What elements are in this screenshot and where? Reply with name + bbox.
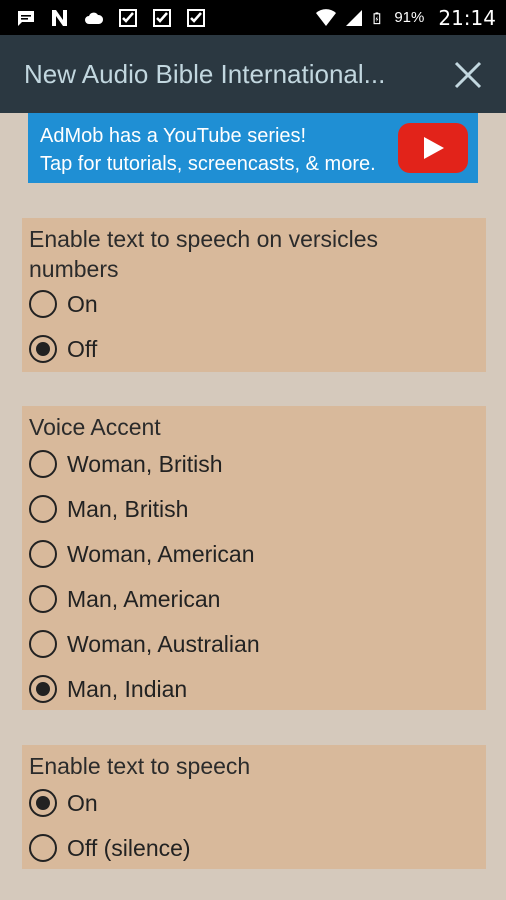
option-label: Woman, American bbox=[67, 540, 255, 567]
youtube-play-icon bbox=[398, 123, 468, 173]
check-app-icon bbox=[119, 8, 137, 27]
option-label: Woman, British bbox=[67, 450, 223, 477]
radio-option-on[interactable]: On bbox=[29, 290, 98, 318]
radio-option-man-indian[interactable]: Man, Indian bbox=[29, 675, 187, 703]
radio-button[interactable] bbox=[29, 495, 57, 523]
signal-icon bbox=[346, 9, 363, 26]
radio-button[interactable] bbox=[29, 450, 57, 478]
page-title: New Audio Bible International... bbox=[24, 58, 386, 89]
radio-button[interactable] bbox=[29, 630, 57, 658]
option-label: Woman, Australian bbox=[67, 630, 260, 657]
check-app-icon bbox=[187, 8, 205, 27]
radio-option-on[interactable]: On bbox=[29, 789, 98, 817]
option-label: Man, American bbox=[67, 585, 221, 612]
section-title: Voice Accent bbox=[29, 414, 161, 440]
status-bar: 91% 21:14 bbox=[0, 0, 506, 35]
radio-button-selected[interactable] bbox=[29, 789, 57, 817]
radio-button[interactable] bbox=[29, 540, 57, 568]
radio-option-man-british[interactable]: Man, British bbox=[29, 495, 188, 523]
battery-percent: 91% bbox=[394, 9, 425, 26]
option-label: Man, British bbox=[67, 495, 189, 522]
radio-button-selected[interactable] bbox=[29, 335, 57, 363]
radio-option-woman-british[interactable]: Woman, British bbox=[29, 450, 223, 478]
section-title: Enable text to speech bbox=[29, 753, 251, 779]
section-title: Enable text to speech on versicles numbe… bbox=[29, 226, 379, 282]
section-voice-accent: Voice Accent Woman, British Man, British… bbox=[22, 406, 486, 710]
radio-option-off[interactable]: Off bbox=[29, 335, 97, 363]
option-label: On bbox=[67, 290, 98, 317]
app-bar: New Audio Bible International... bbox=[0, 35, 506, 113]
section-versicle-tts: Enable text to speech on versicles numbe… bbox=[22, 218, 486, 372]
n-app-icon bbox=[52, 9, 67, 26]
radio-option-woman-american[interactable]: Woman, American bbox=[29, 540, 254, 568]
radio-button[interactable] bbox=[29, 834, 57, 862]
section-enable-tts: Enable text to speech On Off (silence) bbox=[22, 745, 486, 869]
battery-icon bbox=[373, 11, 381, 24]
wifi-icon bbox=[316, 8, 337, 26]
radio-button[interactable] bbox=[29, 290, 57, 318]
check-app-icon bbox=[153, 8, 171, 27]
notification-icons bbox=[16, 8, 206, 27]
option-label: Off bbox=[67, 335, 98, 362]
option-label: Off (silence) bbox=[67, 834, 191, 861]
radio-option-off-silence[interactable]: Off (silence) bbox=[29, 834, 191, 862]
ad-banner[interactable]: AdMob has a YouTube series! Tap for tuto… bbox=[28, 113, 478, 183]
option-label: Man, Indian bbox=[67, 675, 188, 702]
clock: 21:14 bbox=[438, 5, 496, 30]
option-label: On bbox=[67, 789, 98, 816]
system-icons: 91% 21:14 bbox=[316, 6, 496, 30]
radio-option-man-american[interactable]: Man, American bbox=[29, 585, 220, 613]
radio-button-selected[interactable] bbox=[29, 675, 57, 703]
close-icon[interactable] bbox=[450, 57, 486, 93]
cloud-icon bbox=[85, 12, 104, 24]
radio-button[interactable] bbox=[29, 585, 57, 613]
radio-option-woman-australian[interactable]: Woman, Australian bbox=[29, 630, 260, 658]
message-icon bbox=[18, 10, 34, 26]
